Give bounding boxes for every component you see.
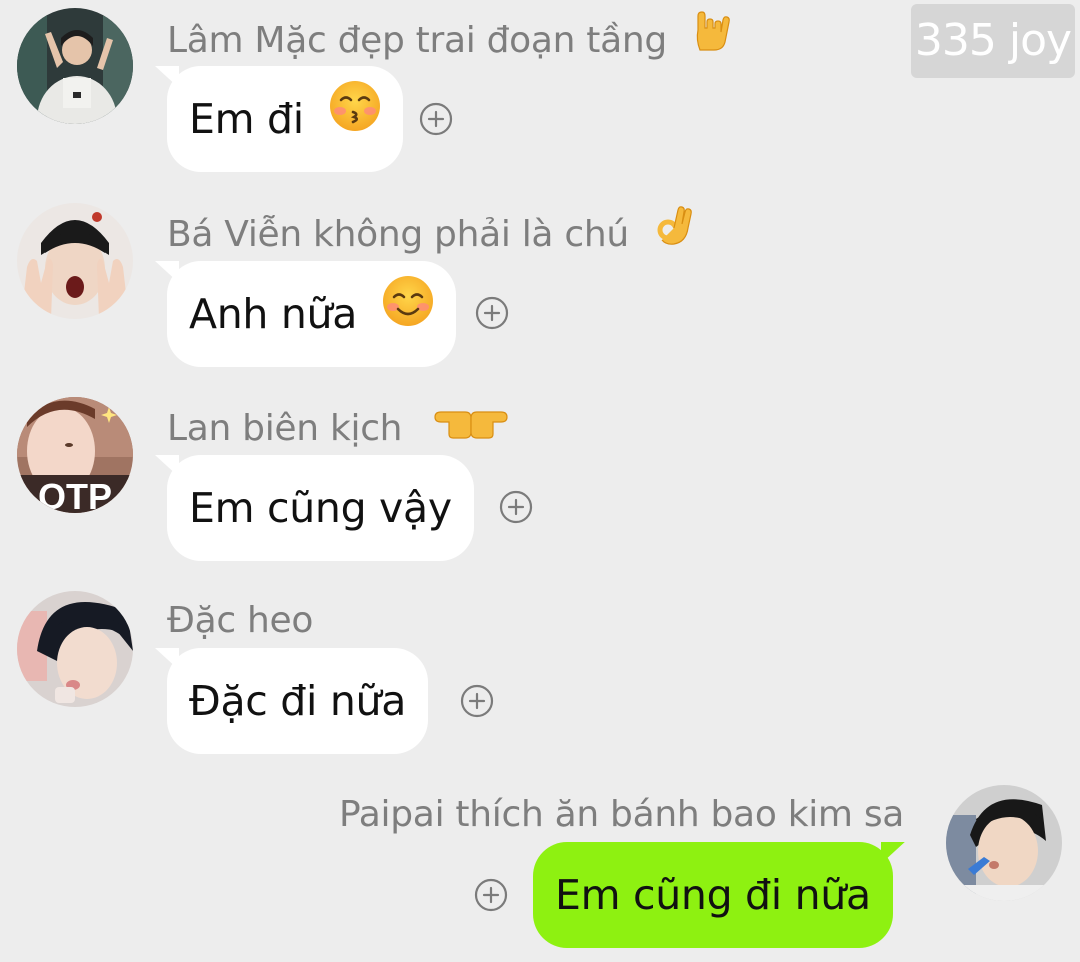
message-bubble[interactable]: Em cũng đi nữa xyxy=(533,842,893,948)
message-bubble[interactable]: Anh nữa xyxy=(167,261,456,367)
add-reaction-icon[interactable] xyxy=(475,296,509,330)
sender-name: Bá Viễn không phải là chú xyxy=(167,206,694,264)
sender-name: Đặc heo xyxy=(167,600,314,641)
kissing-face-icon xyxy=(329,65,381,171)
sender-name: Lan biên kịch xyxy=(167,402,517,458)
message-bubble[interactable]: Em đi xyxy=(167,66,403,172)
smiling-blush-face-icon xyxy=(382,260,434,366)
sender-name: Paipai thích ăn bánh bao kim sa xyxy=(339,794,905,835)
avatar-partial-text: OTP xyxy=(38,476,112,513)
pointing-hands-icon xyxy=(425,398,517,454)
add-reaction-icon[interactable] xyxy=(419,102,453,136)
message-bubble[interactable]: Em cũng vậy xyxy=(167,455,474,561)
avatar[interactable] xyxy=(17,8,133,124)
message-bubble[interactable]: Đặc đi nữa xyxy=(167,648,429,754)
rock-on-hand-icon xyxy=(690,10,732,66)
watermark-label: 335 joy xyxy=(911,4,1075,78)
avatar[interactable] xyxy=(17,591,133,707)
avatar[interactable]: OTP xyxy=(17,397,133,513)
avatar[interactable] xyxy=(17,203,133,319)
add-reaction-icon[interactable] xyxy=(474,878,508,912)
ok-hand-icon xyxy=(652,204,694,260)
add-reaction-icon[interactable] xyxy=(460,684,494,718)
sender-name: Lâm Mặc đẹp trai đoạn tầng xyxy=(167,11,732,70)
avatar[interactable] xyxy=(946,785,1062,901)
add-reaction-icon[interactable] xyxy=(499,490,533,524)
